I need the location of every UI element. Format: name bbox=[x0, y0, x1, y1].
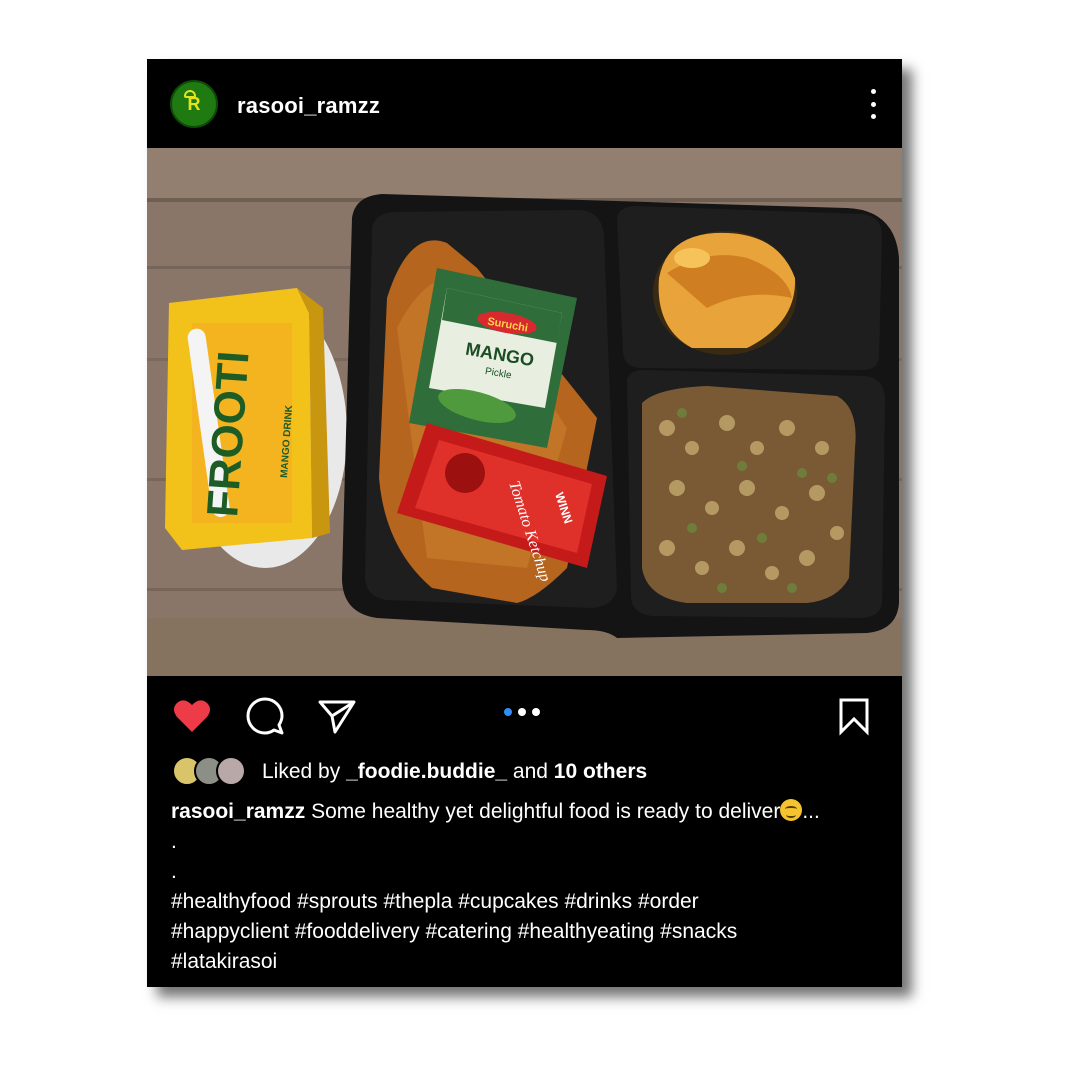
drooling-face-emoji-icon bbox=[780, 799, 803, 821]
post-actions bbox=[147, 676, 902, 750]
carousel-dot-active bbox=[504, 708, 512, 716]
likes-others[interactable]: 10 others bbox=[554, 760, 647, 783]
more-dot bbox=[870, 101, 876, 107]
carousel-dot bbox=[518, 708, 526, 716]
hashtags-line-1[interactable]: #healthyfood #sprouts #thepla #cupcakes … bbox=[171, 887, 871, 917]
caption-text: Some healthy yet delightful food is read… bbox=[305, 800, 781, 823]
carousel-indicator bbox=[504, 708, 540, 716]
carousel-dot bbox=[532, 708, 540, 716]
comment-button[interactable] bbox=[245, 696, 285, 736]
pickle-sachet: Suruchi MANGO Pickle bbox=[409, 268, 577, 448]
caption-username[interactable]: rasooi_ramzz bbox=[171, 800, 305, 823]
juice-box: FROOTI MANGO DRINK bbox=[165, 288, 330, 550]
sprouts bbox=[642, 386, 856, 603]
profile-avatar[interactable]: R bbox=[170, 80, 218, 128]
bookmark-icon bbox=[839, 698, 869, 736]
share-button[interactable] bbox=[317, 696, 357, 736]
likes-prefix: Liked by bbox=[262, 760, 347, 783]
comment-icon bbox=[246, 697, 284, 735]
more-dot bbox=[870, 114, 876, 119]
post-header: R rasooi_ramzz bbox=[147, 59, 902, 148]
caption-dot: . bbox=[171, 860, 177, 883]
heart-filled-icon bbox=[174, 700, 210, 732]
likes-middle: and bbox=[507, 760, 554, 783]
hashtags-line-3[interactable]: #latakirasoi bbox=[171, 947, 871, 977]
more-vertical-icon bbox=[870, 89, 876, 94]
liker-avatars bbox=[172, 756, 252, 788]
send-icon bbox=[318, 700, 356, 734]
likes-text: Liked by _foodie.buddie_ and 10 others bbox=[262, 760, 647, 784]
chef-hat-icon bbox=[184, 90, 196, 98]
cupcake bbox=[653, 231, 797, 355]
post-username[interactable]: rasooi_ramzz bbox=[237, 93, 380, 119]
caption-ellipsis: ... bbox=[802, 800, 820, 823]
post-photo[interactable]: FROOTI MANGO DRINK Suruchi MANGO Pickle … bbox=[147, 148, 902, 676]
like-button[interactable] bbox=[172, 696, 212, 736]
instagram-post-card: R rasooi_ramzz FROOTI MANGO DRINK Suruch… bbox=[147, 59, 902, 987]
caption-dot: . bbox=[171, 830, 177, 853]
liker-avatar bbox=[216, 756, 246, 786]
save-button[interactable] bbox=[834, 696, 874, 736]
liked-by-user[interactable]: _foodie.buddie_ bbox=[346, 760, 507, 783]
hashtags-line-2[interactable]: #happyclient #fooddelivery #catering #he… bbox=[171, 917, 871, 947]
more-options-button[interactable] bbox=[866, 89, 880, 119]
post-caption: rasooi_ramzz Some healthy yet delightful… bbox=[171, 797, 871, 977]
food-box-photo: FROOTI MANGO DRINK Suruchi MANGO Pickle … bbox=[147, 148, 902, 676]
likes-row[interactable]: Liked by _foodie.buddie_ and 10 others bbox=[172, 756, 872, 788]
